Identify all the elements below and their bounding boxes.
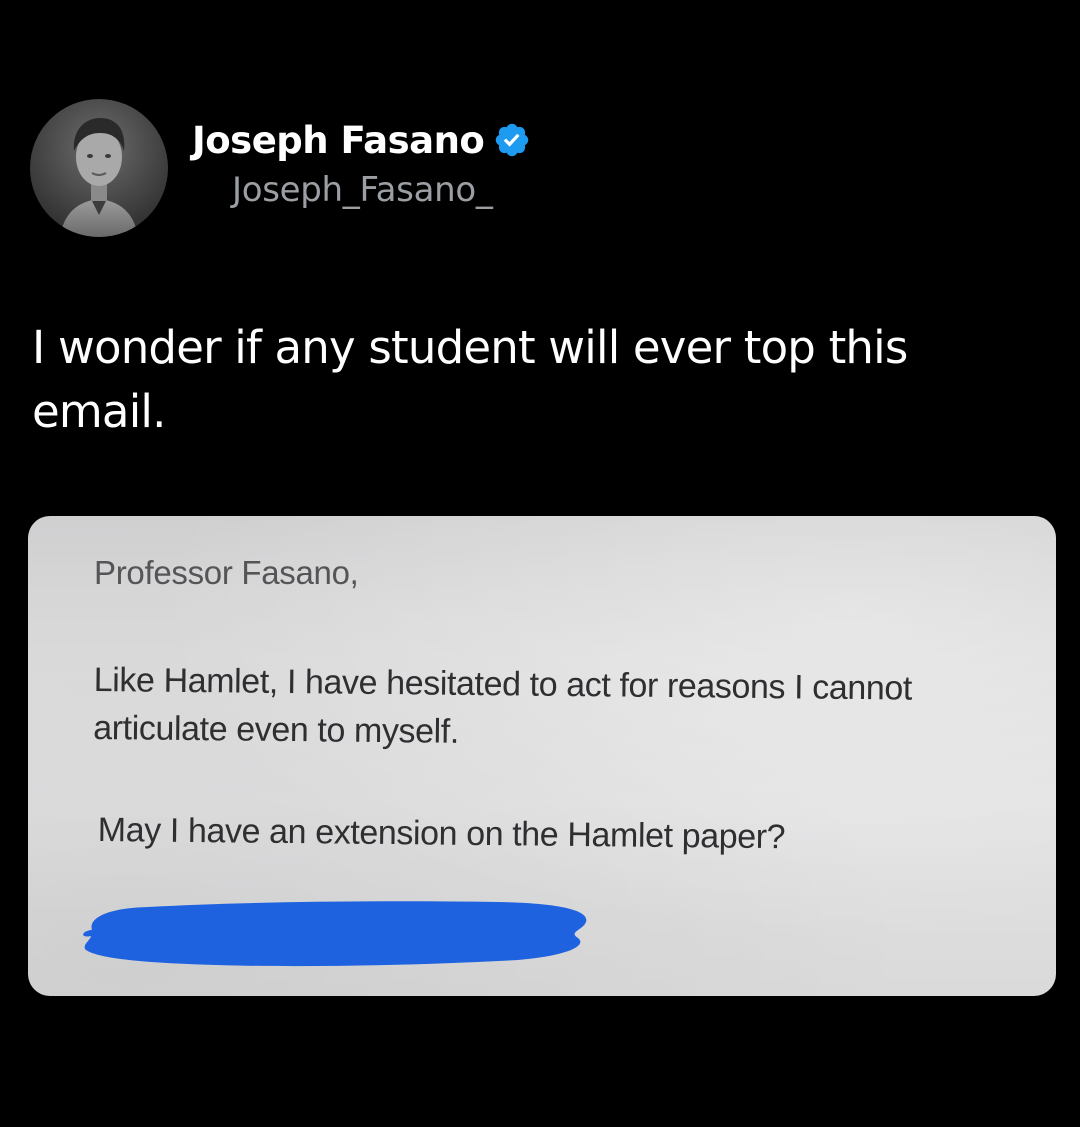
avatar[interactable] xyxy=(30,99,168,237)
redaction-scribble xyxy=(83,901,587,967)
email-greeting: Professor Fasano, xyxy=(94,554,359,591)
email-paragraph-1: Like Hamlet, I have hesitated to act for… xyxy=(93,660,913,751)
avatar-photo xyxy=(30,99,168,237)
author-display-name[interactable]: Joseph Fasano xyxy=(192,119,485,162)
author-handle[interactable]: Joseph_Fasano_ xyxy=(232,170,531,210)
tweet-media-image[interactable]: Professor Fasano, Like Hamlet, I have he… xyxy=(28,516,1056,996)
author-identity: Joseph Fasano Joseph_Fasano_ xyxy=(192,119,531,210)
tweet-header: Joseph Fasano Joseph_Fasano_ xyxy=(30,98,531,238)
author-name-row: Joseph Fasano xyxy=(192,119,531,162)
email-paragraph-2: May I have an extension on the Hamlet pa… xyxy=(97,811,786,857)
tweet-text: I wonder if any student will ever top th… xyxy=(32,321,908,438)
verified-badge-icon xyxy=(493,121,531,159)
